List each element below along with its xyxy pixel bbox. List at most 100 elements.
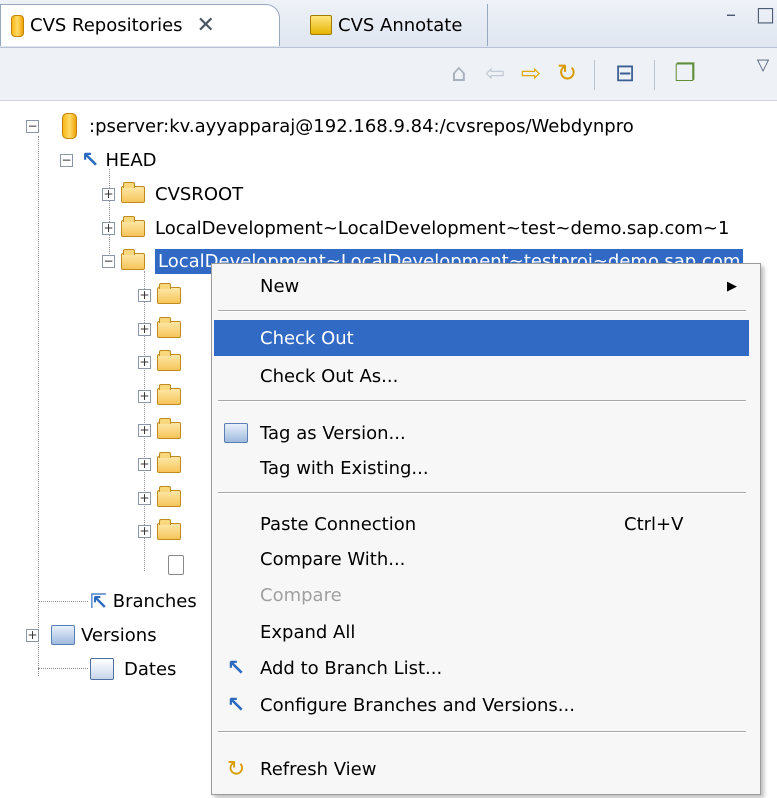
- tree-item-child-folder[interactable]: +: [138, 447, 181, 481]
- tree-item-child-folder[interactable]: +: [138, 379, 181, 413]
- tab-cvs-annotate[interactable]: CVS Annotate: [290, 4, 488, 46]
- folder-icon: [121, 215, 145, 237]
- menu-separator: [218, 492, 746, 494]
- folder-icon: [157, 451, 181, 473]
- calendar-icon: [90, 658, 114, 680]
- collapse-toggle[interactable]: −: [60, 153, 73, 167]
- menu-item-expand-all[interactable]: Expand All: [214, 614, 749, 650]
- menu-item-check-out-as[interactable]: Check Out As...: [214, 358, 749, 394]
- menu-item-tag-with-existing[interactable]: Tag with Existing...: [214, 450, 749, 486]
- add-branch-icon: ↖: [226, 655, 246, 681]
- forward-icon[interactable]: ⇨: [516, 58, 546, 88]
- expand-toggle[interactable]: +: [138, 389, 151, 403]
- folder-icon: [157, 518, 181, 540]
- folder-icon: [121, 248, 145, 270]
- refresh-icon[interactable]: ↻: [552, 58, 582, 88]
- close-tab-icon[interactable]: ✕: [197, 13, 215, 38]
- tree-item-child-folder[interactable]: +: [138, 481, 181, 515]
- head-label: HEAD: [105, 149, 157, 171]
- view-tab-bar: CVS Repositories ✕ CVS Annotate – □: [0, 0, 777, 48]
- tree-item-branches[interactable]: ⇱ Branches: [90, 584, 197, 618]
- versions-label: Versions: [81, 624, 157, 646]
- tree-item-child-folder[interactable]: +: [138, 514, 181, 548]
- menu-item-new[interactable]: New ▶: [214, 268, 749, 304]
- collapse-toggle[interactable]: −: [26, 119, 39, 133]
- menu-item-label: New: [260, 275, 300, 297]
- toolbar-separator: [594, 60, 595, 90]
- menu-item-label: Tag with Existing...: [260, 457, 429, 479]
- tree-item-folder[interactable]: + CVSROOT: [102, 177, 243, 211]
- annotate-icon: [310, 15, 332, 35]
- head-branch-icon: ↖: [81, 147, 100, 173]
- repository-icon: [62, 113, 77, 139]
- tree-item-child-folder[interactable]: +: [138, 278, 181, 312]
- menu-item-label: Configure Branches and Versions...: [260, 694, 575, 716]
- collapse-all-icon[interactable]: ⊟: [610, 58, 640, 88]
- tree-item-child-folder[interactable]: +: [138, 345, 181, 379]
- tree-item-versions[interactable]: + Versions: [26, 618, 157, 652]
- folder-icon: [157, 417, 181, 439]
- expand-toggle[interactable]: +: [102, 187, 115, 201]
- menu-item-paste-connection[interactable]: Paste Connection Ctrl+V: [214, 506, 749, 542]
- folder-icon: [157, 485, 181, 507]
- expand-toggle[interactable]: +: [138, 524, 151, 538]
- submenu-arrow-icon: ▶: [727, 278, 737, 294]
- view-toolbar: ⌂ ⇦ ⇨ ↻ ⊟ ❐ ▽: [0, 48, 777, 101]
- expand-toggle[interactable]: +: [138, 423, 151, 437]
- menu-item-compare-with[interactable]: Compare With...: [214, 541, 749, 577]
- tree-connector: [38, 668, 88, 669]
- refresh-icon: ↻: [226, 756, 246, 782]
- minimize-view-icon[interactable]: –: [726, 2, 736, 26]
- menu-item-add-to-branch-list[interactable]: ↖ Add to Branch List...: [214, 650, 749, 686]
- configure-branches-icon: ↖: [226, 692, 246, 718]
- menu-item-label: Paste Connection: [260, 513, 417, 535]
- tree-item-folder[interactable]: + LocalDevelopment~LocalDevelopment~test…: [102, 211, 729, 245]
- tree-connector: [38, 136, 39, 676]
- menu-item-configure-branches[interactable]: ↖ Configure Branches and Versions...: [214, 687, 749, 723]
- expand-toggle[interactable]: +: [102, 221, 115, 235]
- folder-label: CVSROOT: [155, 183, 244, 205]
- menu-item-tag-as-version[interactable]: Tag as Version...: [214, 415, 749, 451]
- folder-label: LocalDevelopment~LocalDevelopment~test~d…: [155, 217, 730, 239]
- menu-separator: [218, 310, 746, 312]
- toolbar-separator: [654, 60, 655, 90]
- menu-item-refresh-view[interactable]: ↻ Refresh View: [214, 751, 749, 787]
- branches-icon: ⇱: [90, 589, 107, 613]
- tree-item-child-file[interactable]: [168, 548, 184, 582]
- expand-toggle[interactable]: +: [138, 491, 151, 505]
- back-icon[interactable]: ⇦: [480, 58, 510, 88]
- tree-item-child-folder[interactable]: +: [138, 312, 181, 346]
- menu-separator: [218, 731, 746, 733]
- expand-toggle[interactable]: +: [138, 355, 151, 369]
- versions-icon: [51, 625, 75, 645]
- menu-item-label: Compare With...: [260, 548, 406, 570]
- menu-item-label: Expand All: [260, 621, 356, 643]
- expand-toggle[interactable]: +: [138, 457, 151, 471]
- folder-icon: [157, 282, 181, 304]
- maximize-view-icon[interactable]: □: [756, 2, 775, 26]
- tree-item-dates[interactable]: Dates: [90, 652, 176, 686]
- menu-item-label: Refresh View: [260, 758, 377, 780]
- tag-version-icon: [222, 419, 250, 447]
- repository-icon: [11, 14, 24, 37]
- menu-item-check-out[interactable]: Check Out: [214, 320, 749, 356]
- expand-toggle[interactable]: +: [138, 322, 151, 336]
- file-icon: [168, 555, 184, 575]
- tab-cvs-repositories[interactable]: CVS Repositories ✕: [0, 4, 280, 46]
- tree-connector: [38, 601, 88, 602]
- home-icon[interactable]: ⌂: [444, 58, 474, 88]
- view-menu-icon[interactable]: ▽: [748, 50, 777, 80]
- tab-label: CVS Repositories: [30, 15, 183, 36]
- new-repository-location-icon[interactable]: ❐: [670, 58, 700, 88]
- expand-toggle[interactable]: +: [26, 628, 39, 642]
- dates-label: Dates: [124, 658, 177, 680]
- menu-item-label: Check Out As...: [260, 365, 399, 387]
- folder-icon: [157, 316, 181, 338]
- collapse-toggle[interactable]: −: [102, 254, 115, 268]
- tree-item-repository[interactable]: − :pserver:kv.ayyapparaj@192.168.9.84:/c…: [26, 109, 634, 143]
- menu-item-label: Compare: [260, 584, 342, 606]
- tree-item-child-folder[interactable]: +: [138, 413, 181, 447]
- tree-item-head[interactable]: − ↖ HEAD: [60, 143, 157, 177]
- expand-toggle[interactable]: +: [138, 288, 151, 302]
- menu-separator: [218, 400, 746, 402]
